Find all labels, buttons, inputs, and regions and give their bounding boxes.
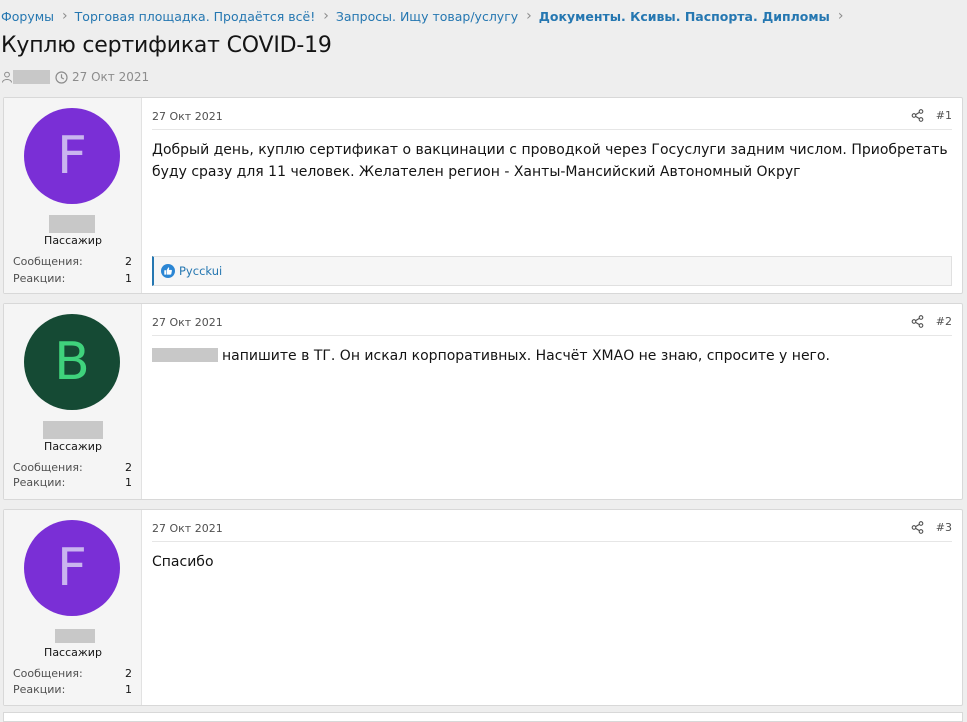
post-number-link[interactable]: #2 [936,315,952,328]
chevron-right-icon: › [323,8,329,24]
reactions-label: Реакции: [13,272,66,285]
mention-redacted[interactable] [152,348,218,362]
post-user-panel: B Пассажир Сообщения: 2 Реакции: 1 [4,304,142,499]
post-body: Спасибо [152,554,214,570]
reactions-value: 1 [125,272,132,285]
post-body: напишите в ТГ. Он искал корпоративных. Н… [222,348,830,364]
user-title: Пассажир [44,440,102,453]
post-date[interactable]: 27 Окт 2021 [152,110,223,123]
messages-stat: Сообщения: 2 [13,667,132,680]
messages-label: Сообщения: [13,255,83,268]
breadcrumb-documents[interactable]: Документы. Ксивы. Паспорта. Дипломы [539,9,830,24]
post-body-wrapper: напишите в ТГ. Он искал корпоративных. Н… [152,345,948,367]
share-icon[interactable] [911,315,924,328]
username-redacted[interactable] [55,629,95,643]
post-body: Добрый день, куплю сертификат о вакцинац… [152,142,948,180]
reactions-bar: Pycckui [152,256,952,286]
post-actions: #1 [911,109,952,122]
reaction-user-link[interactable]: Pycckui [179,264,222,278]
reactions-label: Реакции: [13,683,66,696]
reactions-stat: Реакции: 1 [13,476,132,489]
breadcrumb-marketplace[interactable]: Торговая площадка. Продаётся всё! [75,9,316,24]
post-number-link[interactable]: #1 [936,109,952,122]
reactions-label: Реакции: [13,476,66,489]
username-redacted[interactable] [49,215,95,233]
share-icon[interactable] [911,109,924,122]
messages-value: 2 [125,255,132,268]
messages-label: Сообщения: [13,461,83,474]
reactions-stat: Реакции: 1 [13,272,132,285]
avatar[interactable]: F [24,520,120,616]
post-divider [152,129,952,130]
user-title: Пассажир [44,646,102,659]
avatar[interactable]: B [24,314,120,410]
post-number-link[interactable]: #3 [936,521,952,534]
reactions-value: 1 [125,476,132,489]
next-post-edge [3,712,963,722]
user-icon [1,71,13,83]
post-actions: #2 [911,315,952,328]
messages-label: Сообщения: [13,667,83,680]
page-title: Куплю сертификат COVID-19 [1,33,332,58]
breadcrumb-requests[interactable]: Запросы. Ищу товар/услугу [336,9,518,24]
post-user-panel: F Пассажир Сообщения: 2 Реакции: 1 [4,98,142,293]
post-divider [152,541,952,542]
avatar[interactable]: F [24,108,120,204]
post-actions: #3 [911,521,952,534]
thread-meta: 27 Окт 2021 [1,69,149,85]
post: B Пассажир Сообщения: 2 Реакции: 1 27 Ок… [3,303,963,500]
post-date[interactable]: 27 Окт 2021 [152,316,223,329]
post: F Пассажир Сообщения: 2 Реакции: 1 27 Ок… [3,509,963,706]
chevron-right-icon: › [62,8,68,24]
breadcrumb-forums[interactable]: Форумы [1,9,54,24]
post-divider [152,335,952,336]
chevron-right-icon: › [526,8,532,24]
breadcrumb: Форумы › Торговая площадка. Продаётся вс… [1,7,850,25]
username-redacted[interactable] [43,421,103,439]
share-icon[interactable] [911,521,924,534]
user-title: Пассажир [44,234,102,247]
post: F Пассажир Сообщения: 2 Реакции: 1 27 Ок… [3,97,963,294]
reactions-stat: Реакции: 1 [13,683,132,696]
thread-start-date[interactable]: 27 Окт 2021 [72,70,149,84]
messages-value: 2 [125,461,132,474]
post-user-panel: F Пассажир Сообщения: 2 Реакции: 1 [4,510,142,705]
reactions-value: 1 [125,683,132,696]
clock-icon [55,70,68,84]
messages-stat: Сообщения: 2 [13,461,132,474]
like-icon[interactable] [161,264,175,278]
post-date[interactable]: 27 Окт 2021 [152,522,223,535]
messages-stat: Сообщения: 2 [13,255,132,268]
chevron-right-icon: › [837,8,844,24]
thread-author-redacted[interactable] [13,70,50,84]
messages-value: 2 [125,667,132,680]
